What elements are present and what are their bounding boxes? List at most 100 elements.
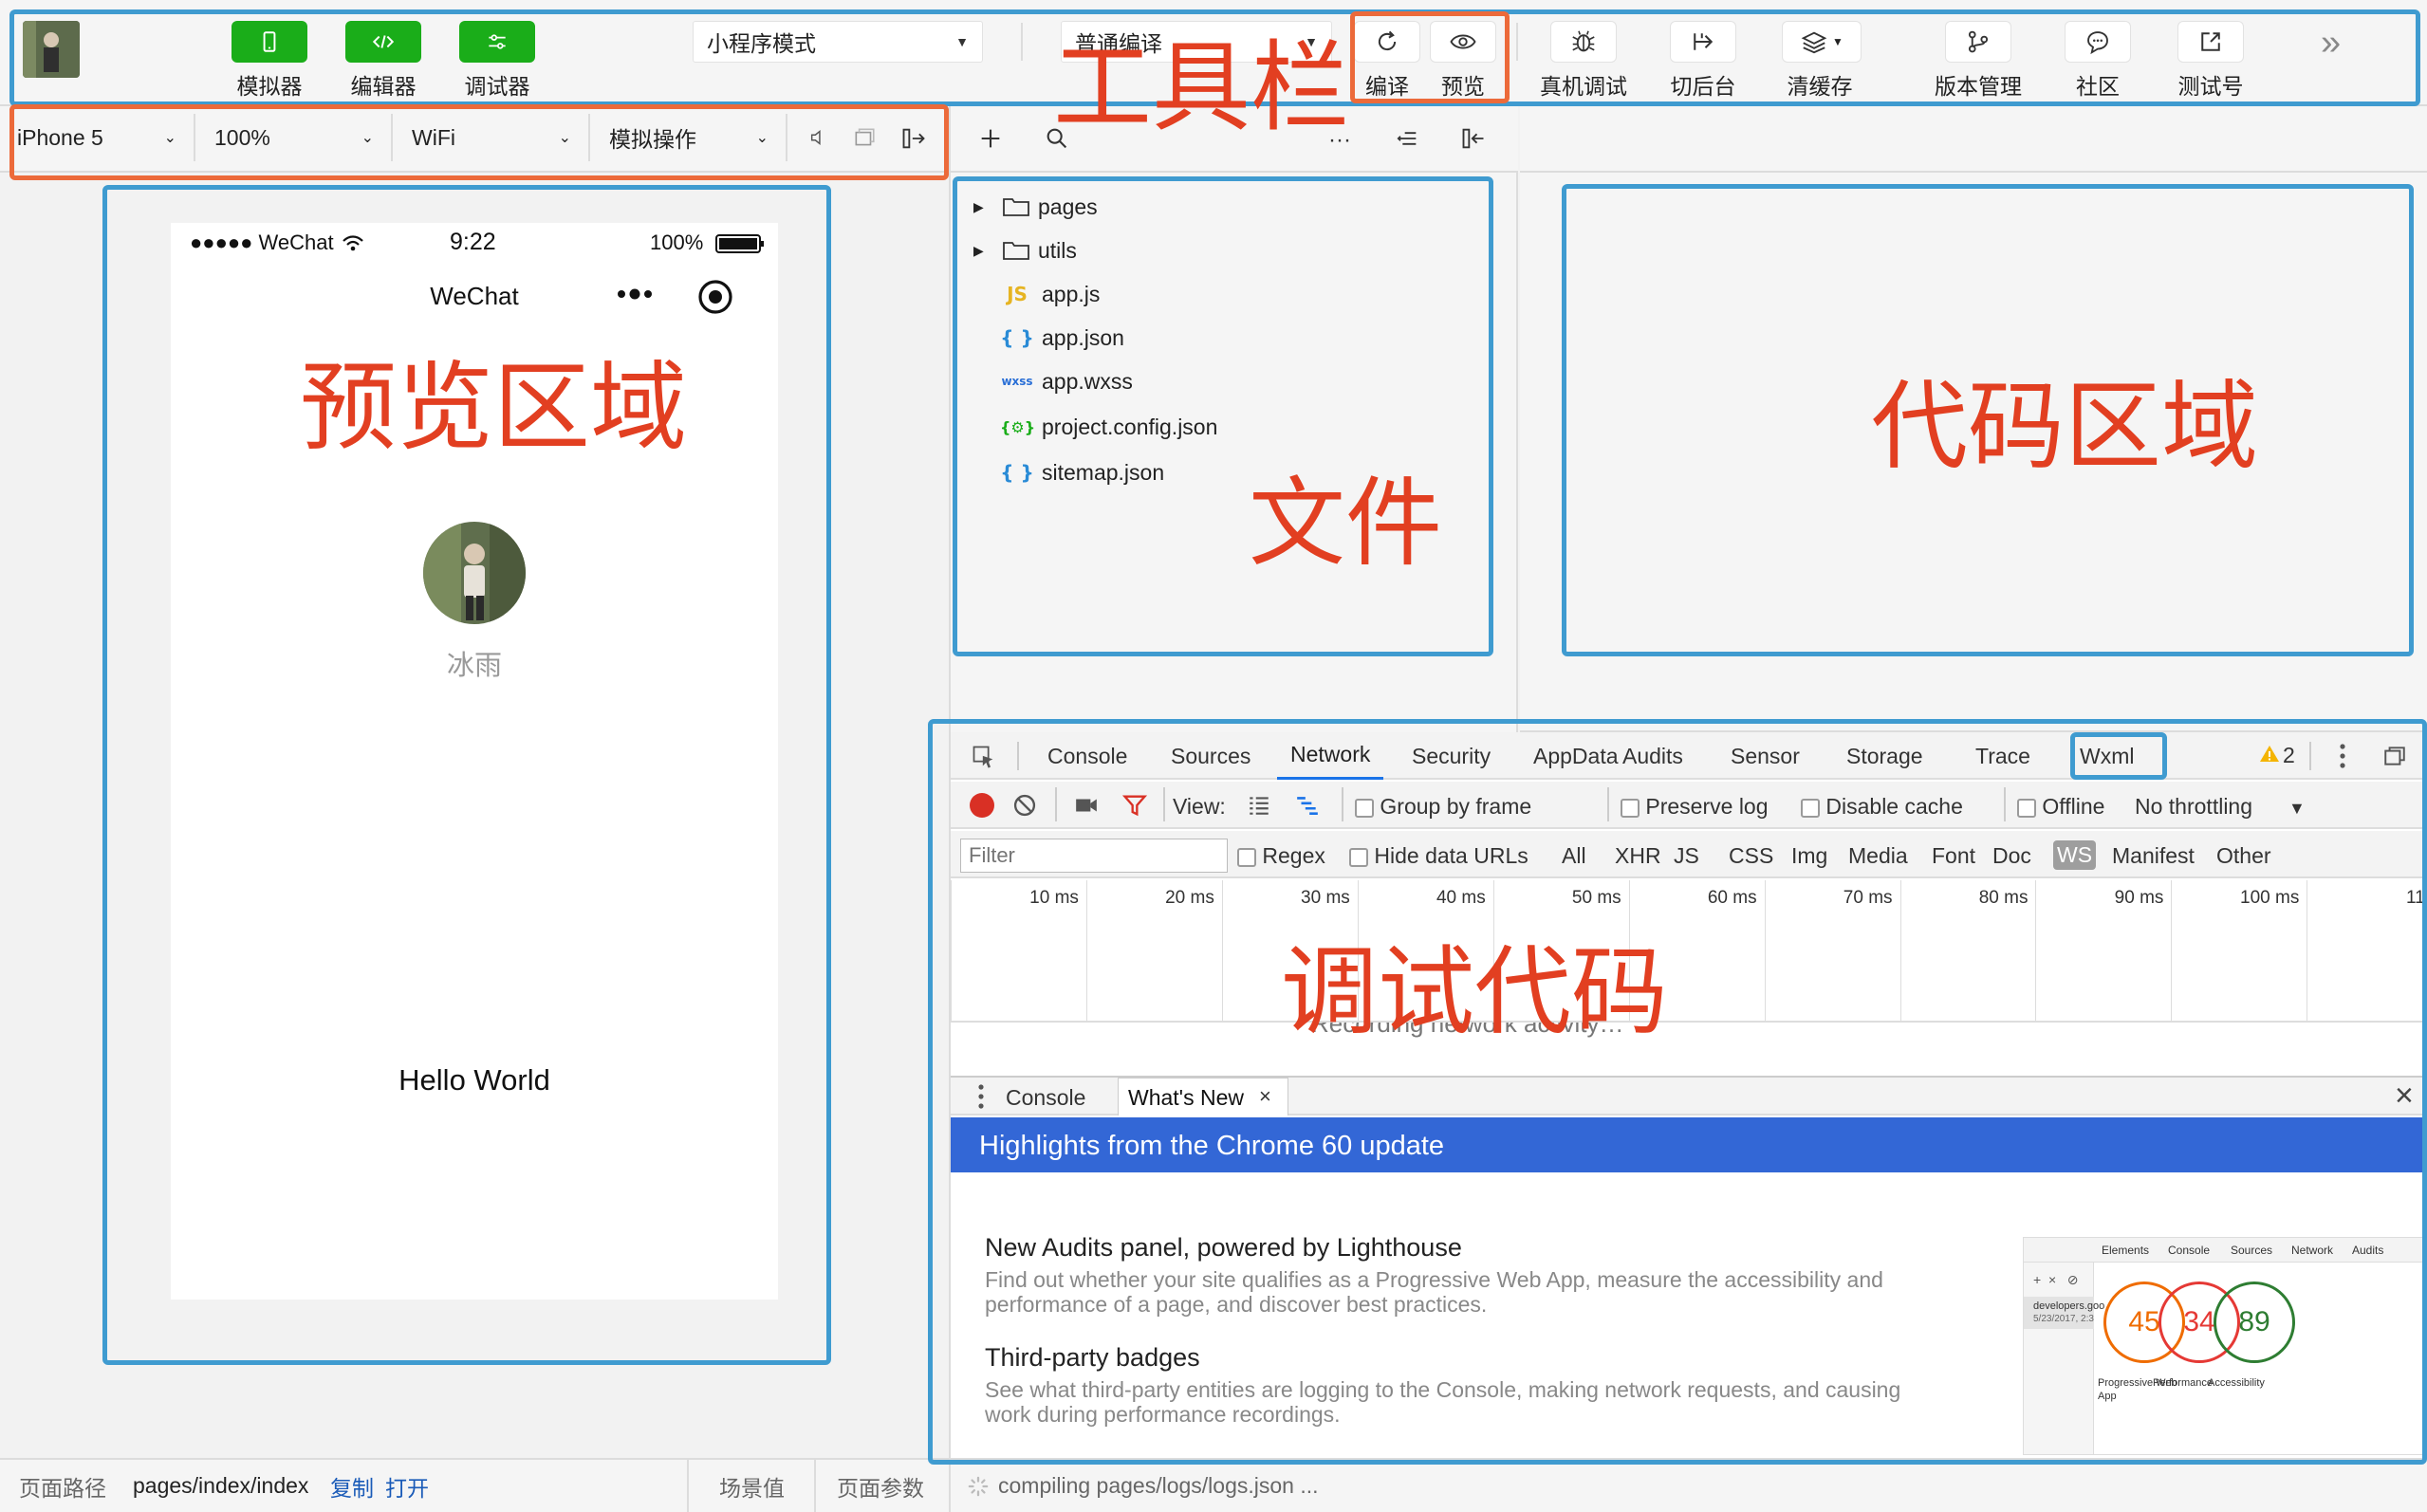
zoom-select[interactable]: 100% ⌄ [197, 114, 393, 161]
divider [1017, 742, 1019, 770]
disable-cache-checkbox[interactable]: Disable cache [1801, 794, 1963, 820]
throttling-value: No throttling [2135, 794, 2253, 819]
warning-count[interactable]: 2 [2283, 743, 2295, 768]
type-filter-js[interactable]: JS [1674, 843, 1699, 869]
simulate-operation-value: 模拟操作 [609, 127, 696, 152]
compile-select[interactable]: 普通编译 ▼ [1061, 21, 1332, 63]
simulate-operation-select[interactable]: 模拟操作 ⌄ [592, 114, 787, 161]
undock-icon[interactable] [2381, 744, 2408, 773]
json-file-icon: { } [1000, 461, 1034, 484]
throttling-select[interactable]: No throttling ▼ [2135, 794, 2306, 820]
hide-data-urls-label: Hide data URLs [1374, 843, 1528, 868]
mode-select[interactable]: 小程序模式 ▼ [693, 21, 983, 63]
offline-checkbox[interactable]: Offline [2017, 794, 2104, 820]
thumb-tab-console: Console [2168, 1244, 2211, 1257]
tab-console[interactable]: Console [1047, 732, 1127, 780]
divider [1055, 787, 1057, 821]
user-avatar[interactable] [23, 21, 80, 78]
network-select[interactable]: WiFi ⌄ [395, 114, 590, 161]
type-filter-xhr[interactable]: XHR [1615, 843, 1661, 869]
code-editor-area[interactable] [1520, 106, 2427, 732]
record-icon[interactable] [970, 793, 994, 818]
type-filter-img[interactable]: Img [1791, 843, 1827, 869]
camera-icon[interactable] [1072, 793, 1101, 822]
tab-storage[interactable]: Storage [1846, 732, 1923, 780]
scene-value-button[interactable]: 场景值 [719, 1460, 785, 1512]
type-filter-css[interactable]: CSS [1729, 843, 1773, 869]
drawer-menu-icon[interactable] [977, 1083, 985, 1115]
clear-icon[interactable] [1011, 792, 1038, 823]
tab-sources[interactable]: Sources [1171, 732, 1251, 780]
more-icon[interactable]: ··· [1328, 127, 1351, 154]
tab-network[interactable]: Network [1277, 732, 1384, 780]
capsule-menu-icon[interactable] [615, 280, 658, 313]
drawer-tab-whats-new[interactable]: What's New × [1118, 1078, 1288, 1116]
preserve-log-checkbox[interactable]: Preserve log [1621, 794, 1769, 820]
layers-icon [1801, 31, 1827, 54]
switch-background-button[interactable] [1670, 21, 1736, 63]
kebab-menu-icon[interactable] [2338, 742, 2347, 775]
drawer-tab-console[interactable]: Console [1006, 1085, 1085, 1111]
recording-strip: Recording network activity… [951, 1023, 2427, 1070]
file-toolbar: ··· [949, 106, 1518, 173]
news-title-2[interactable]: Third-party badges [985, 1343, 1200, 1373]
real-device-debug-button[interactable] [1550, 21, 1617, 63]
type-filter-manifest[interactable]: Manifest [2112, 843, 2195, 869]
type-filter-all[interactable]: All [1562, 843, 1586, 869]
regex-label: Regex [1262, 843, 1325, 868]
capsule-close-icon[interactable] [696, 278, 734, 321]
timeline-tick: 30 ms [1221, 880, 1358, 1021]
type-filter-doc[interactable]: Doc [1992, 843, 2031, 869]
waterfall-view-icon[interactable] [1292, 793, 1323, 822]
tab-security[interactable]: Security [1412, 732, 1491, 780]
preview-button[interactable] [1430, 21, 1496, 63]
open-link[interactable]: 打开 [385, 1460, 429, 1512]
close-drawer-icon[interactable]: × [2395, 1079, 2414, 1112]
user-nickname: 冰雨 [446, 651, 502, 681]
group-by-frame-checkbox[interactable]: Group by frame [1355, 794, 1531, 820]
version-control-button[interactable] [1945, 21, 2011, 63]
phone-icon [263, 31, 276, 52]
type-filter-media[interactable]: Media [1848, 843, 1908, 869]
type-filter-ws[interactable]: WS [2053, 840, 2097, 870]
window-icon[interactable] [852, 125, 877, 155]
list-view-icon[interactable] [1245, 793, 1273, 822]
network-timeline: 10 ms 20 ms 30 ms 40 ms 50 ms 60 ms 70 ms 80 ms… [951, 880, 2427, 1023]
tab-trace[interactable]: Trace [1975, 732, 2030, 780]
close-tab-icon[interactable]: × [1259, 1084, 1271, 1109]
tab-sensor[interactable]: Sensor [1731, 732, 1800, 780]
caret-down-icon: ▼ [955, 34, 969, 49]
compile-button[interactable] [1354, 21, 1420, 63]
page-params-button[interactable]: 页面参数 [837, 1460, 924, 1512]
filter-funnel-icon[interactable] [1121, 792, 1148, 823]
type-filter-font[interactable]: Font [1932, 843, 1975, 869]
type-filter-other[interactable]: Other [2216, 843, 2271, 869]
community-button[interactable] [2065, 21, 2131, 63]
copy-link[interactable]: 复制 [330, 1460, 374, 1512]
test-account-button[interactable] [2177, 21, 2244, 63]
simulator-toggle-button[interactable] [232, 21, 307, 63]
clear-cache-button[interactable]: ▼ [1782, 21, 1862, 63]
news-title-1[interactable]: New Audits panel, powered by Lighthouse [985, 1233, 1462, 1263]
inspect-cursor-icon[interactable] [970, 744, 998, 775]
regex-checkbox[interactable]: Regex [1237, 843, 1325, 869]
tab-audits[interactable]: Audits [1622, 732, 1683, 780]
detach-icon[interactable] [899, 125, 928, 157]
collapse-lines-icon[interactable] [1393, 125, 1421, 157]
add-icon[interactable] [977, 125, 1004, 157]
device-select[interactable]: iPhone 5 ⌄ [0, 114, 195, 161]
debugger-toggle-button[interactable] [459, 21, 535, 63]
hide-data-urls-checkbox[interactable]: Hide data URLs [1349, 843, 1528, 869]
thumb-date: 5/23/2017, 2:3 [2033, 1314, 2094, 1324]
tab-wxml[interactable]: Wxml [2080, 732, 2134, 780]
sliders-icon [489, 34, 506, 49]
filter-input[interactable] [960, 839, 1228, 873]
search-icon[interactable] [1044, 125, 1070, 157]
news-desc-1: Find out whether your site qualifies as … [985, 1267, 1883, 1317]
panel-toggle-icon[interactable] [1459, 125, 1488, 157]
more-chevron-icon[interactable]: » [2321, 23, 2341, 64]
timeline-tick: 100 ms [2171, 880, 2307, 1021]
speaker-icon[interactable] [808, 125, 829, 155]
tab-appdata[interactable]: AppData [1533, 732, 1619, 780]
editor-toggle-button[interactable] [345, 21, 421, 63]
